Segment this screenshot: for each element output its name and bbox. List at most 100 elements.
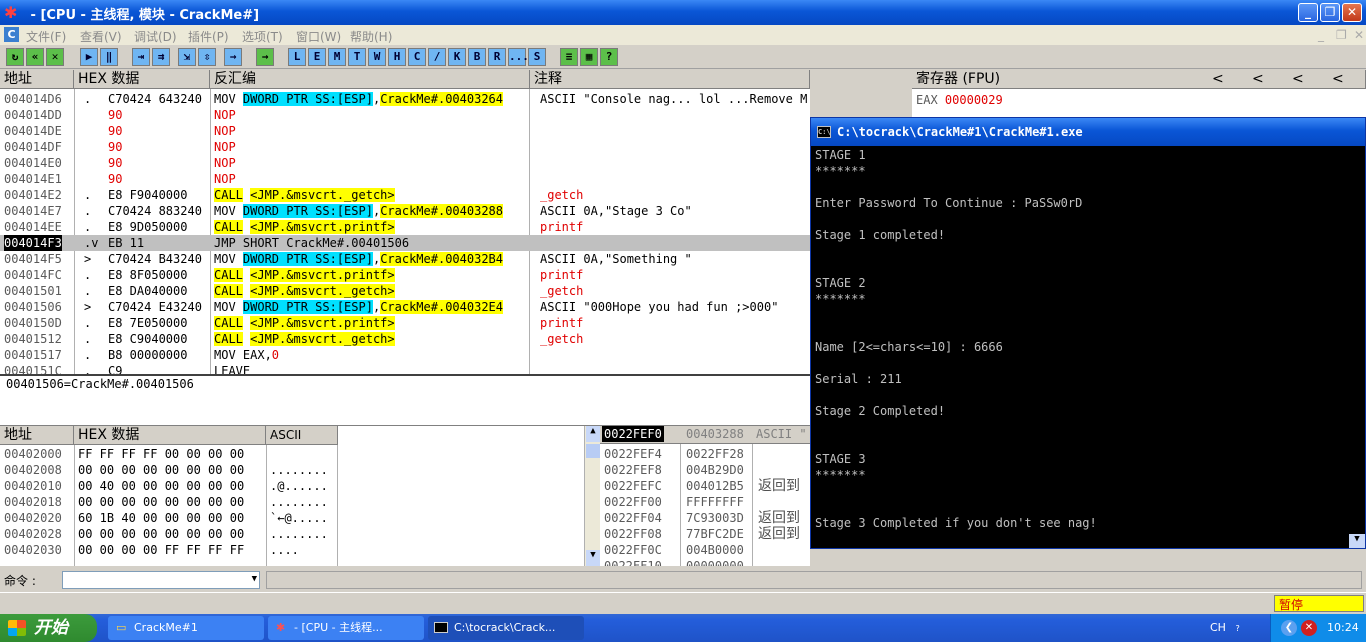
trace-into-icon[interactable]: ⇲: [178, 48, 196, 66]
scroll-up-icon[interactable]: ▲: [586, 426, 600, 442]
col-header-comment[interactable]: 注释: [530, 70, 810, 89]
step-into-icon[interactable]: ⇥: [132, 48, 150, 66]
tool-k[interactable]: K: [448, 48, 466, 66]
dump-header-hex[interactable]: HEX 数据: [74, 426, 266, 445]
execute-till-return-icon[interactable]: →: [224, 48, 242, 66]
step-over-icon[interactable]: ⇉: [152, 48, 170, 66]
run-icon[interactable]: ▶: [80, 48, 98, 66]
mdi-close-icon[interactable]: ✕: [1354, 28, 1364, 42]
grid-icon[interactable]: ▦: [580, 48, 598, 66]
disasm-row[interactable]: 004014E0 90 NOP: [0, 155, 810, 171]
menu-options[interactable]: 选项(T): [242, 28, 283, 45]
tool-slash[interactable]: /: [428, 48, 446, 66]
pause-icon[interactable]: ‖: [100, 48, 118, 66]
restore-button[interactable]: ❐: [1320, 3, 1340, 22]
start-button[interactable]: 开始: [0, 614, 97, 642]
dump-hex: 00 00 00 00 00 00 00 00: [78, 527, 245, 541]
stack-value: 00000000: [686, 559, 744, 566]
dump-header-address[interactable]: 地址: [0, 426, 74, 445]
tool-c[interactable]: C: [408, 48, 426, 66]
console-line: Name [2<=chars<=10] : 6666: [815, 340, 1003, 354]
disasm-address: 004014D6: [4, 92, 62, 106]
disasm-row[interactable]: 004014F5 > C70424 B43240 MOV DWORD PTR SS:[…: [0, 251, 810, 267]
disasm-hex: E8 C9040000: [108, 332, 188, 346]
dump-hex: 60 1B 40 00 00 00 00 00: [78, 511, 245, 525]
close-button[interactable]: ✕: [1342, 3, 1362, 22]
stack-top-row[interactable]: 0022FEF0 00403288 ASCII ": [600, 426, 810, 444]
tray-arrow-icon[interactable]: ❮: [1281, 620, 1297, 636]
reg-nav-left-2[interactable]: <: [1252, 70, 1264, 88]
reg-nav-left-3[interactable]: <: [1292, 70, 1304, 88]
scroll-down-icon[interactable]: ▼: [586, 550, 600, 566]
close-file-icon[interactable]: ✕: [46, 48, 64, 66]
disasm-row[interactable]: 004014E2. E8 F9040000 CALL <JMP.&msvcrt._g…: [0, 187, 810, 203]
tool-b[interactable]: B: [468, 48, 486, 66]
disasm-row[interactable]: 004014F3 .v EB 11 JMP SHORT CrackMe#.004015…: [0, 235, 810, 251]
tool-e[interactable]: E: [308, 48, 326, 66]
tool-l[interactable]: L: [288, 48, 306, 66]
col-header-disasm[interactable]: 反汇编: [210, 70, 530, 89]
language-indicator[interactable]: CH ?: [1210, 614, 1240, 642]
tool-h[interactable]: H: [388, 48, 406, 66]
tool-w[interactable]: W: [368, 48, 386, 66]
mdi-restore-icon[interactable]: ❐: [1336, 28, 1347, 42]
tool-r[interactable]: R: [488, 48, 506, 66]
tool-m[interactable]: M: [328, 48, 346, 66]
disasm-row[interactable]: 004014DF 90 NOP: [0, 139, 810, 155]
console-title: C:\tocrack\CrackMe#1\CrackMe#1.exe: [837, 125, 1083, 139]
menu-view[interactable]: 查看(V): [80, 28, 122, 45]
help-icon[interactable]: ?: [600, 48, 618, 66]
disasm-hex: E8 9D050000: [108, 220, 188, 234]
disasm-address: 004014DF: [4, 140, 62, 154]
dump-header-ascii[interactable]: ASCII: [266, 426, 338, 445]
disasm-row[interactable]: 00401506 > C70424 E43240 MOV DWORD PTR SS:[…: [0, 299, 810, 315]
console-window[interactable]: C:\ C:\tocrack\CrackMe#1\CrackMe#1.exe S…: [810, 117, 1366, 549]
menu-file[interactable]: 文件(F): [26, 28, 66, 45]
col-header-hex[interactable]: HEX 数据: [74, 70, 210, 89]
disasm-hex: E8 8F050000: [108, 268, 188, 282]
tool-s[interactable]: S: [528, 48, 546, 66]
disasm-row[interactable]: 004014EE. E8 9D050000 CALL <JMP.&msvcrt.pr…: [0, 219, 810, 235]
task-ollydbg[interactable]: ✱ - [CPU - 主线程...: [268, 616, 424, 640]
disasm-row[interactable]: 004014DE 90 NOP: [0, 123, 810, 139]
reg-nav-left-1[interactable]: <: [1212, 70, 1224, 88]
mdi-minimize-icon[interactable]: _: [1318, 28, 1324, 42]
console-scroll-down-icon[interactable]: ▼: [1349, 534, 1365, 548]
disasm-row[interactable]: 00401501. E8 DA040000 CALL <JMP.&msvcrt._g…: [0, 283, 810, 299]
disasm-row[interactable]: 004014E7. C70424 883240 MOV DWORD PTR SS:[…: [0, 203, 810, 219]
disasm-row[interactable]: 004014D6. C70424 643240 MOV DWORD PTR SS:[…: [0, 91, 810, 107]
list-icon[interactable]: ≡: [560, 48, 578, 66]
security-shield-icon[interactable]: ✕: [1301, 620, 1317, 636]
col-header-address[interactable]: 地址: [0, 70, 74, 89]
register-eax[interactable]: EAX 00000029: [916, 92, 1003, 108]
disasm-row[interactable]: 004014FC. E8 8F050000 CALL <JMP.&msvcrt.pr…: [0, 267, 810, 283]
menu-window[interactable]: 窗口(W): [296, 28, 341, 45]
disasm-row[interactable]: 00401512. E8 C9040000 CALL <JMP.&msvcrt._g…: [0, 331, 810, 347]
tool-dots[interactable]: ...: [508, 48, 529, 66]
tool-t[interactable]: T: [348, 48, 366, 66]
command-dropdown-icon[interactable]: ▼: [252, 574, 257, 584]
disasm-row[interactable]: 0040150D. E8 7E050000 CALL <JMP.&msvcrt.pr…: [0, 315, 810, 331]
minimize-button[interactable]: _: [1298, 3, 1318, 22]
dump-scrollbar[interactable]: ▲ ▼: [584, 426, 600, 566]
menu-help[interactable]: 帮助(H): [350, 28, 392, 45]
rewind-icon[interactable]: «: [26, 48, 44, 66]
console-task-icon: [434, 622, 448, 633]
disasm-hex: B8 00000000: [108, 348, 188, 362]
menu-plugins[interactable]: 插件(P): [188, 28, 229, 45]
disasm-comment: _getch: [540, 332, 584, 346]
disasm-row[interactable]: 004014E1 90 NOP: [0, 171, 810, 187]
menu-debug[interactable]: 调试(D): [134, 28, 177, 45]
trace-over-icon[interactable]: ⇳: [198, 48, 216, 66]
task-console[interactable]: C:\tocrack\Crack...: [428, 616, 584, 640]
open-icon[interactable]: ↻: [6, 48, 24, 66]
reg-nav-left-4[interactable]: <: [1332, 70, 1344, 88]
console-line: Stage 2 Completed!: [815, 404, 946, 418]
command-input[interactable]: ▼: [62, 571, 260, 589]
disasm-row[interactable]: 004014DD 90 NOP: [0, 107, 810, 123]
task-crackme-folder[interactable]: ▭ CrackMe#1: [108, 616, 264, 640]
goto-icon[interactable]: →: [256, 48, 274, 66]
language-help-icon[interactable]: ?: [1235, 624, 1239, 633]
scroll-thumb[interactable]: [586, 444, 600, 458]
disasm-row[interactable]: 00401517. B8 00000000 MOV EAX,0: [0, 347, 810, 363]
